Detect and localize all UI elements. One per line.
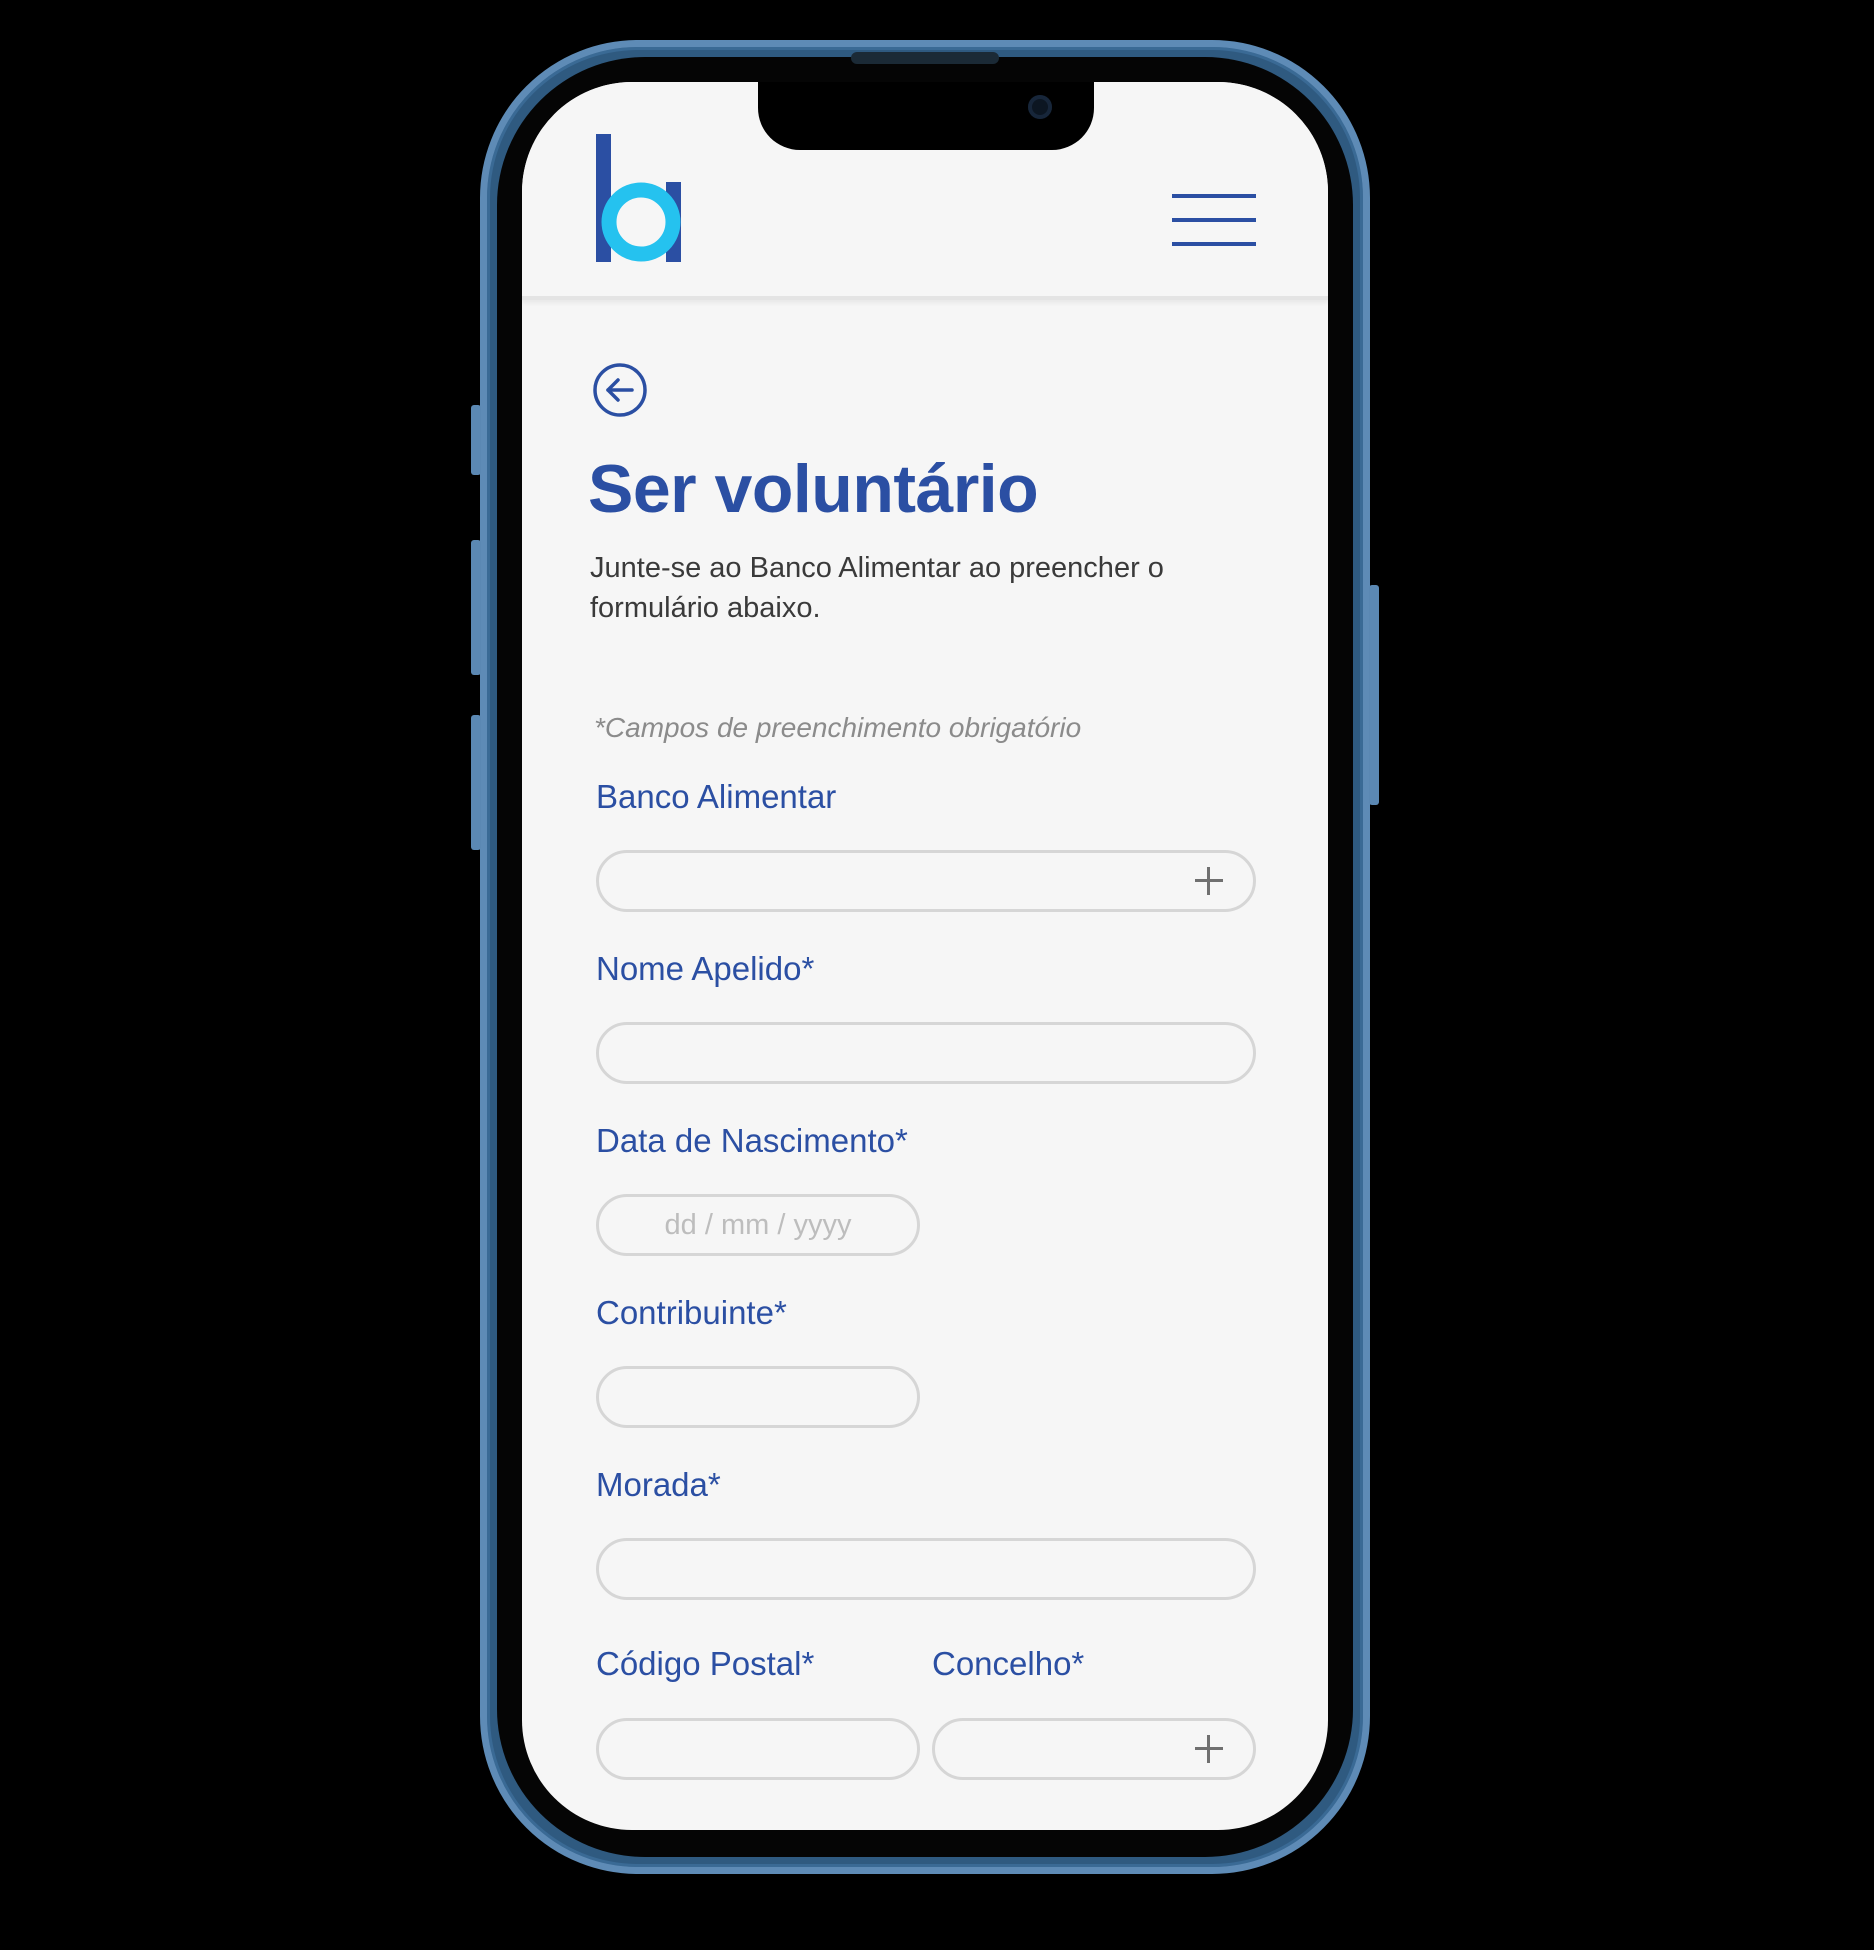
banco-alimentar-label: Banco Alimentar xyxy=(596,778,837,815)
data-nascimento-label: Data de Nascimento* xyxy=(596,1122,908,1159)
page-subtitle: Junte-se ao Banco Alimentar ao preencher… xyxy=(590,552,1164,624)
required-fields-note: *Campos de preenchimento obrigatório xyxy=(594,712,1082,743)
menu-line xyxy=(1172,242,1256,246)
volume-up-button xyxy=(471,540,481,675)
morada-input[interactable] xyxy=(596,1538,1256,1600)
menu-line xyxy=(1172,218,1256,222)
contribuinte-input[interactable] xyxy=(596,1366,920,1428)
banco-alimentar-logo[interactable] xyxy=(594,134,684,262)
front-camera xyxy=(1028,95,1052,119)
page-title: Ser voluntário xyxy=(588,451,1039,527)
codigo-postal-label: Código Postal* xyxy=(596,1645,815,1682)
data-nascimento-input[interactable] xyxy=(596,1194,920,1256)
plus-icon[interactable] xyxy=(1194,866,1224,896)
mute-switch xyxy=(471,405,481,475)
nome-apelido-input[interactable] xyxy=(596,1022,1256,1084)
earpiece-speaker xyxy=(851,52,999,64)
nome-apelido-label: Nome Apelido* xyxy=(596,950,815,987)
arrow-left-circle-icon[interactable] xyxy=(592,362,648,418)
menu-line xyxy=(1172,194,1256,198)
codigo-postal-input[interactable] xyxy=(596,1718,920,1780)
volume-down-button xyxy=(471,715,481,850)
morada-label: Morada* xyxy=(596,1466,721,1503)
concelho-label: Concelho* xyxy=(932,1645,1085,1682)
power-button xyxy=(1369,585,1379,805)
hamburger-menu-icon[interactable] xyxy=(1172,192,1256,250)
contribuinte-label: Contribuinte* xyxy=(596,1294,787,1331)
phone-screen: Ser voluntário Junte-se ao Banco Aliment… xyxy=(522,82,1328,1830)
banco-alimentar-select[interactable] xyxy=(596,850,1256,912)
phone-notch xyxy=(758,82,1094,150)
plus-icon[interactable] xyxy=(1194,1734,1224,1764)
